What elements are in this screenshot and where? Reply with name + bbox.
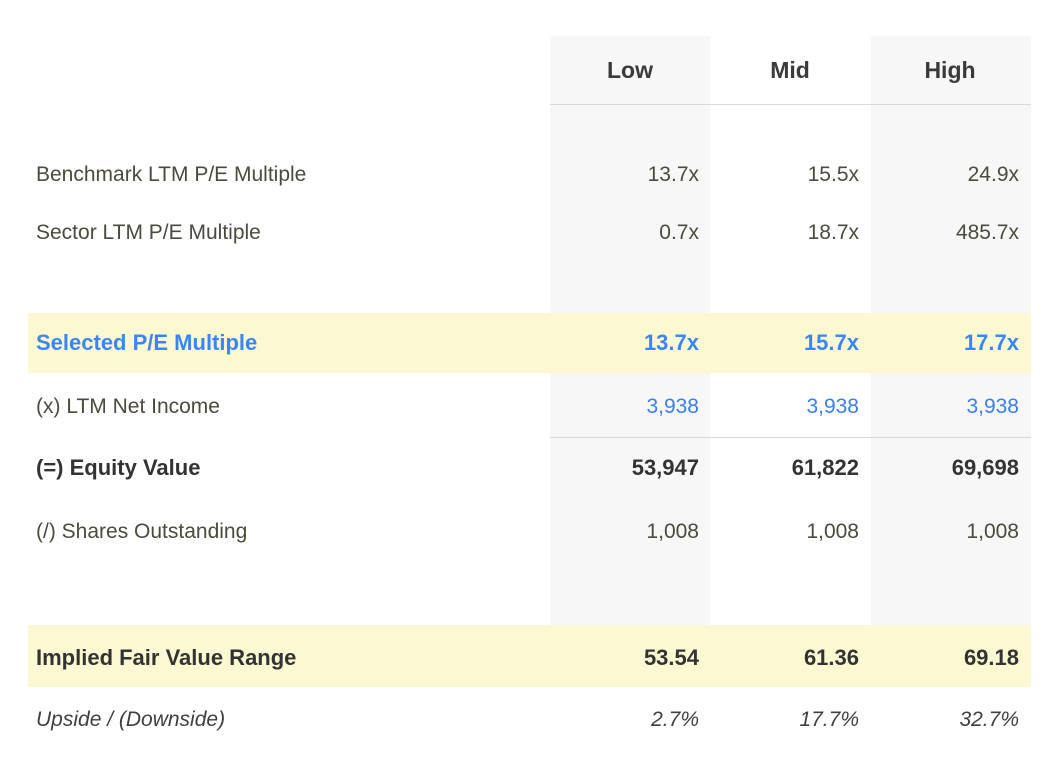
header-divider	[550, 104, 1031, 105]
table-header-row: Low Mid High	[0, 36, 1062, 104]
row-label: Sector LTM P/E Multiple	[36, 221, 261, 244]
cell-mid: 61.36	[803, 645, 859, 670]
cell-high[interactable]: 3,938	[870, 395, 1030, 419]
cell-mid[interactable]: 15.7x	[710, 330, 870, 356]
cell-low: 53,947	[631, 455, 699, 480]
column-header-high: High	[924, 56, 976, 83]
cell-mid: 15.5x	[807, 163, 859, 186]
table-row-sector-multiple: Sector LTM P/E Multiple 0.7x 18.7x 485.7…	[0, 211, 1062, 255]
cell-mid: 61,822	[791, 455, 859, 480]
row-label: Upside / (Downside)	[36, 708, 226, 731]
cell-low: 2.7%	[651, 708, 699, 731]
column-header-mid: Mid	[770, 56, 810, 83]
cell-low: 13.7x	[647, 163, 699, 186]
cell-mid: 17.7%	[799, 708, 859, 731]
row-label: (x) LTM Net Income	[36, 395, 220, 418]
cell-high: 24.9x	[967, 163, 1019, 186]
table-row-implied-fair-value-range: Implied Fair Value Range 53.54 61.36 69.…	[0, 636, 1062, 680]
cell-high: 69,698	[951, 455, 1019, 480]
cell-mid[interactable]: 3,938	[710, 395, 870, 419]
row-label: Implied Fair Value Range	[36, 645, 297, 670]
cell-mid: 1,008	[806, 520, 859, 543]
column-header-low: Low	[607, 56, 653, 83]
cell-low: 1,008	[646, 520, 699, 543]
row-label: Selected P/E Multiple	[36, 330, 258, 355]
cell-mid: 18.7x	[807, 221, 859, 244]
cell-high: 32.7%	[959, 708, 1019, 731]
table-row-shares-outstanding: (/) Shares Outstanding 1,008 1,008 1,008	[0, 511, 1062, 553]
cell-high: 1,008	[966, 520, 1019, 543]
equity-value-divider	[550, 437, 1031, 438]
row-label: Benchmark LTM P/E Multiple	[36, 163, 307, 186]
cell-low: 0.7x	[659, 221, 699, 244]
table-row-selected-multiple[interactable]: Selected P/E Multiple 13.7x 15.7x 17.7x	[0, 320, 1062, 366]
cell-low[interactable]: 13.7x	[550, 330, 710, 356]
table-row-equity-value: (=) Equity Value 53,947 61,822 69,698	[0, 446, 1062, 490]
table-row-upside-downside: Upside / (Downside) 2.7% 17.7% 32.7%	[0, 700, 1062, 740]
cell-high[interactable]: 17.7x	[870, 330, 1030, 356]
cell-low[interactable]: 3,938	[550, 395, 710, 419]
table-row-benchmark-multiple: Benchmark LTM P/E Multiple 13.7x 15.5x 2…	[0, 153, 1062, 197]
table-row-ltm-net-income: (x) LTM Net Income 3,938 3,938 3,938	[0, 386, 1062, 428]
valuation-table: Low Mid High Benchmark LTM P/E Multiple …	[0, 0, 1062, 774]
row-label: (/) Shares Outstanding	[36, 520, 248, 543]
row-label: (=) Equity Value	[36, 455, 201, 480]
cell-high: 69.18	[963, 645, 1019, 670]
cell-low: 53.54	[643, 645, 699, 670]
cell-high: 485.7x	[955, 221, 1019, 244]
